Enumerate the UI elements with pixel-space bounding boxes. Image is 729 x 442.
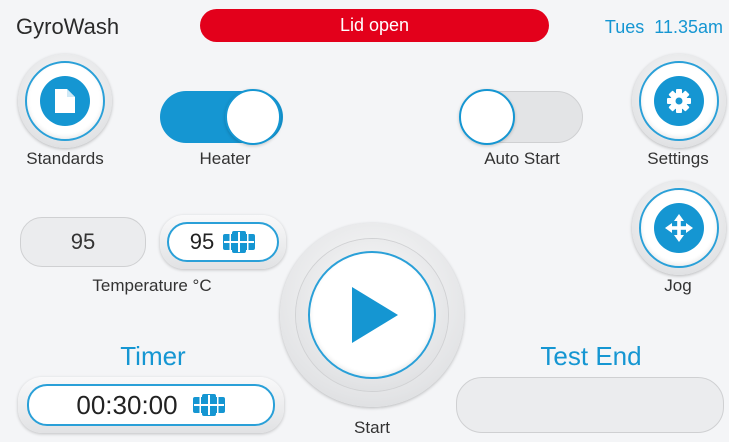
clock-time: 11.35am bbox=[654, 17, 723, 37]
temperature-setpoint-value: 95 bbox=[189, 229, 215, 254]
jog-button[interactable] bbox=[632, 181, 726, 275]
timer-label: Timer bbox=[120, 341, 186, 371]
timer-value: 00:30:00 bbox=[76, 389, 178, 420]
timer-field[interactable]: 00:30:00 bbox=[18, 377, 284, 433]
status-banner: Lid open bbox=[200, 9, 549, 42]
play-icon bbox=[352, 287, 398, 343]
keypad-icon[interactable] bbox=[222, 231, 256, 253]
clock-day: Tues bbox=[604, 17, 645, 37]
heater-toggle-knob[interactable] bbox=[225, 89, 281, 145]
jog-label: Jog bbox=[664, 276, 692, 295]
temperature-setpoint-field[interactable]: 95 bbox=[160, 215, 286, 269]
keypad-icon[interactable] bbox=[192, 394, 226, 416]
standards-button[interactable] bbox=[18, 54, 112, 148]
heater-toggle[interactable] bbox=[160, 89, 283, 145]
auto-start-toggle-knob[interactable] bbox=[459, 89, 515, 145]
test-end-field bbox=[456, 377, 724, 433]
auto-start-label: Auto Start bbox=[484, 149, 560, 168]
test-end-label: Test End bbox=[540, 341, 642, 371]
standards-label: Standards bbox=[26, 149, 104, 168]
settings-label: Settings bbox=[647, 149, 709, 168]
auto-start-toggle[interactable] bbox=[459, 89, 583, 145]
settings-button[interactable] bbox=[632, 54, 726, 148]
temperature-current-value: 95 bbox=[70, 229, 96, 254]
clock: Tues 11.35am bbox=[605, 17, 723, 38]
document-icon bbox=[55, 89, 75, 113]
start-label: Start bbox=[354, 418, 390, 437]
temperature-current-field: 95 bbox=[20, 217, 146, 267]
gear-icon bbox=[667, 89, 691, 113]
temperature-label: Temperature °C bbox=[92, 276, 212, 295]
heater-label: Heater bbox=[199, 149, 251, 168]
app-title: GyroWash bbox=[16, 14, 120, 39]
move-arrows-icon bbox=[665, 214, 693, 242]
start-button[interactable] bbox=[280, 223, 464, 407]
